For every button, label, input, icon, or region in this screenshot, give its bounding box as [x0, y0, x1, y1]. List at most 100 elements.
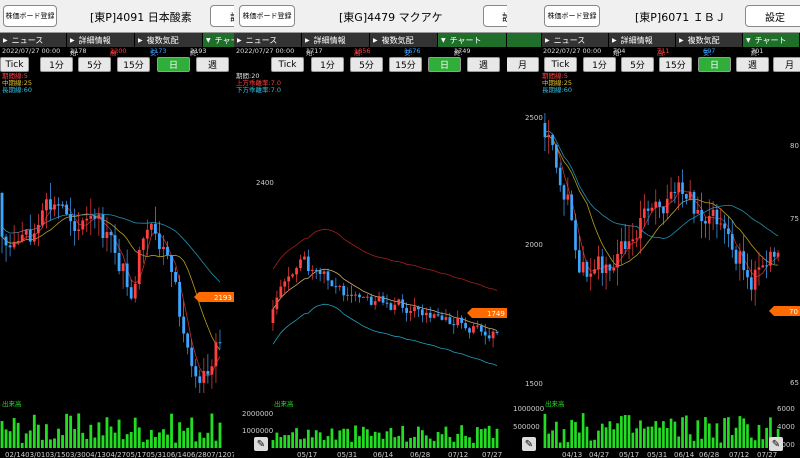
volume-bar	[377, 432, 381, 448]
candle-body	[24, 229, 28, 235]
tf-week-button[interactable]: 週	[196, 57, 229, 72]
tf-week-button[interactable]: 週	[736, 57, 769, 72]
volume-bar	[464, 435, 467, 448]
nav-chart-partial[interactable]	[507, 33, 542, 47]
tf-15min-button[interactable]: 15分	[117, 57, 150, 72]
register-board-button[interactable]: 株価ボード登録	[3, 5, 57, 27]
candle-body	[600, 256, 604, 274]
tf-month-button[interactable]: 月	[507, 57, 539, 72]
nav-chart[interactable]: ▼チャート	[438, 33, 507, 47]
date-axis-label: 02/1403/0103/1503/3004/1304/2705/1705/31…	[5, 451, 234, 458]
candle-body	[620, 241, 623, 254]
volume-bar	[93, 437, 97, 448]
candle-body	[338, 285, 342, 287]
tf-tick-button[interactable]: Tick	[544, 57, 577, 72]
candle-body	[483, 331, 487, 336]
tf-tick-button[interactable]: Tick	[0, 57, 29, 72]
nav-quotes[interactable]: ▶ 複数気配	[135, 33, 203, 47]
volume-bar	[669, 418, 673, 448]
tf-day-button[interactable]: 日	[428, 57, 461, 72]
volume-bar	[137, 427, 141, 448]
candlestick-chart[interactable]: 出来高 02/1403/0103/1503/3004/1304/2705/1705…	[0, 73, 234, 458]
pencil-icon[interactable]: ✎	[522, 437, 536, 451]
nav-quotes[interactable]: ▶ 複数気配	[676, 33, 743, 47]
candle-body	[4, 236, 8, 246]
nav-chart[interactable]: ▼チャート	[203, 33, 234, 47]
volume-bar	[291, 432, 294, 448]
tf-tick-button[interactable]: Tick	[271, 57, 304, 72]
candle-body	[681, 182, 684, 194]
nav-news[interactable]: ▶ ニュース	[0, 33, 67, 47]
settings-button[interactable]: 設定	[745, 5, 800, 27]
tf-day-button[interactable]: 日	[698, 57, 731, 72]
tf-1min-button[interactable]: 1分	[583, 57, 616, 72]
settings-button[interactable]: 設定	[483, 5, 507, 27]
volume-bar	[604, 427, 608, 448]
volume-bar	[346, 428, 350, 448]
volume-bar	[36, 424, 40, 448]
candle-body	[749, 277, 753, 290]
volume-bar	[61, 435, 64, 448]
tf-15min-button[interactable]: 15分	[659, 57, 692, 72]
play-icon: ▶	[3, 36, 8, 44]
candle-body	[436, 314, 440, 316]
tf-day-button[interactable]: 日	[157, 57, 190, 72]
price-tag: 2193	[194, 292, 234, 302]
volume-bar	[577, 432, 581, 448]
candle-body	[547, 134, 551, 138]
tf-5min-button[interactable]: 5分	[621, 57, 654, 72]
tf-1min-button[interactable]: 1分	[40, 57, 73, 72]
candle-body	[149, 223, 153, 230]
tf-1min-button[interactable]: 1分	[311, 57, 344, 72]
candle-body	[753, 269, 757, 290]
nav-details[interactable]: ▶ 詳細情報	[609, 33, 676, 47]
price-axis-label: 1500	[525, 380, 543, 388]
candle-body	[49, 199, 52, 210]
volume-bar	[397, 435, 401, 448]
register-board-button[interactable]: 株価ボード登録	[239, 5, 295, 27]
volume-bar	[487, 425, 491, 448]
candle-body	[303, 256, 306, 260]
nav-news[interactable]: ▶ ニュース	[234, 33, 302, 47]
candle-body	[40, 210, 44, 225]
register-board-button[interactable]: 株価ボード登録	[544, 5, 600, 27]
volume-bar	[0, 421, 4, 448]
volume-bar	[206, 432, 210, 448]
candlestick-chart[interactable]: 出来高 2400 2000000 1000000 05/17 05/31 06/14 06/2…	[234, 73, 507, 458]
candle-body	[194, 366, 198, 377]
price-axis-label: 2000	[525, 241, 543, 249]
pencil-icon[interactable]: ✎	[254, 437, 268, 451]
volume-bar	[310, 437, 314, 448]
candle-body	[202, 371, 206, 383]
volume-bar	[275, 432, 279, 448]
date-axis-label: 06/14	[674, 451, 695, 458]
play-icon: ▶	[612, 36, 617, 44]
tf-5min-button[interactable]: 5分	[78, 57, 111, 72]
candle-body	[543, 123, 547, 138]
panel-header: 株価ボード登録 [東P]4091 日本酸素 設定	[0, 0, 234, 33]
candle-body	[145, 229, 149, 239]
candlestick-chart[interactable]: 出来高 2500 2000 1500 80 75 70 65 1000000 500000 6000…	[507, 73, 800, 458]
nav-details[interactable]: ▶ 詳細情報	[302, 33, 370, 47]
candle-body	[16, 241, 20, 243]
candle-body	[765, 265, 768, 267]
tf-5min-button[interactable]: 5分	[350, 57, 383, 72]
pencil-icon[interactable]: ✎	[769, 437, 783, 451]
candle-body	[373, 301, 377, 305]
nav-details[interactable]: ▶ 詳細情報	[67, 33, 135, 47]
nav-chart[interactable]: ▼チャート	[743, 33, 800, 47]
date-axis-label: 07/27	[757, 451, 777, 458]
date-axis-label: 07/27	[482, 451, 502, 458]
chevron-down-icon: ▼	[206, 36, 211, 44]
volume-bar	[77, 413, 81, 448]
tf-15min-button[interactable]: 15分	[389, 57, 422, 72]
volume-bar	[4, 429, 8, 448]
nav-quotes[interactable]: ▶ 複数気配	[370, 33, 438, 47]
settings-button[interactable]: 設定	[210, 5, 234, 27]
candle-body	[61, 204, 64, 206]
volume-axis-label: 4000	[777, 423, 795, 431]
candle-body	[326, 271, 330, 281]
tf-month-button[interactable]: 月	[773, 57, 800, 72]
tf-week-button[interactable]: 週	[467, 57, 500, 72]
nav-news[interactable]: ▶ ニュース	[542, 33, 609, 47]
